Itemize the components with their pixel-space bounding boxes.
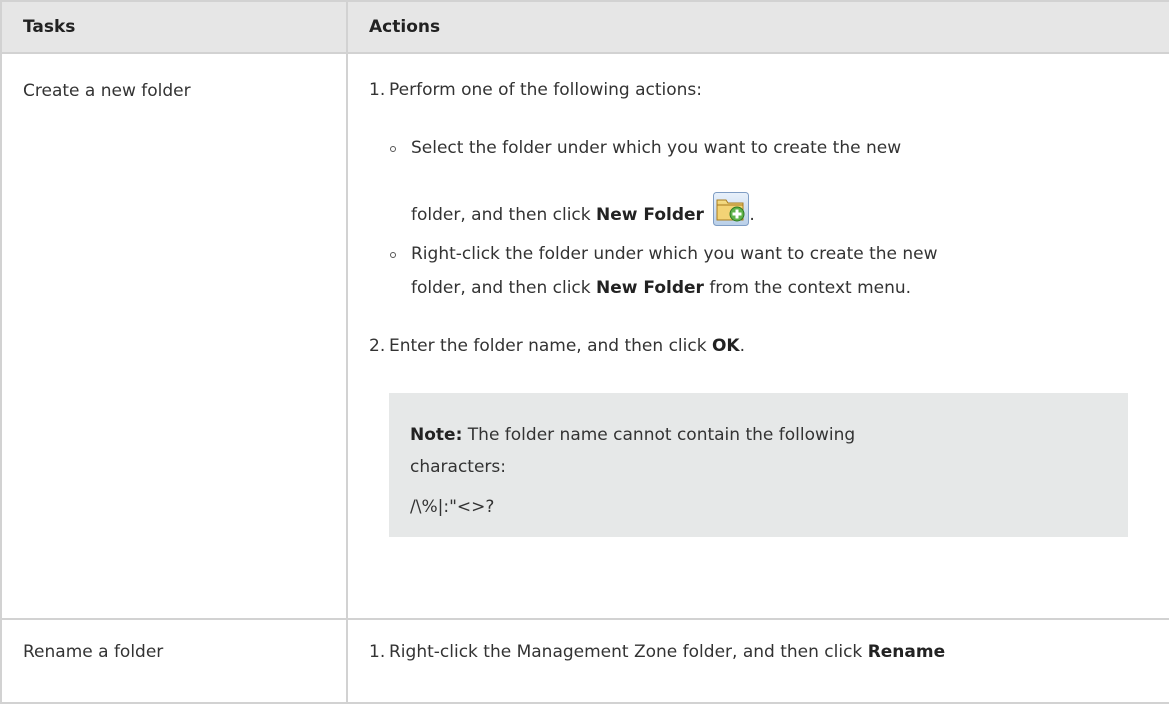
bullet-suffix: from the context menu. (703, 278, 912, 298)
rename-label: Rename (867, 642, 946, 662)
bullet-line: Select the folder under which you want t… (411, 138, 902, 158)
step-text: Right-click the Management Zone folder, … (389, 642, 868, 662)
table-row: Rename a folder 1. Right-click the Manag… (0, 618, 1169, 704)
task-cell: Rename a folder (0, 618, 348, 704)
note-label: Note: (410, 425, 463, 445)
bullet-suffix: . (749, 205, 755, 225)
bullet-marker (390, 252, 396, 258)
step-number: 2. (369, 336, 386, 356)
bullet-line-2: folder, and then click New Folder from t… (411, 278, 1131, 298)
ok-label: OK (711, 336, 740, 356)
help-page: Tasks Actions Create a new folder 1. Per… (0, 0, 1169, 721)
tasks-table: Tasks Actions Create a new folder 1. Per… (0, 0, 1169, 704)
bullet-text: folder, and then click (411, 205, 597, 225)
step-text: Enter the folder name, and then click (389, 336, 712, 356)
task-name: Create a new folder (23, 81, 191, 101)
note-box: Note: The folder name cannot contain the… (389, 393, 1128, 537)
header-tasks: Tasks (0, 0, 348, 54)
action-cell: 1. Perform one of the following actions:… (346, 52, 1169, 620)
bullet-item: Select the folder under which you want t… (368, 138, 1169, 158)
new-folder-label: New Folder (596, 205, 704, 225)
step-text: Perform one of the following actions: (389, 80, 703, 100)
task-cell: Create a new folder (0, 52, 348, 620)
table-row: Create a new folder 1. Perform one of th… (0, 52, 1169, 620)
new-folder-icon (713, 192, 750, 226)
step-number: 1. (369, 80, 386, 100)
bullet-item: Right-click the folder under which you w… (368, 244, 1169, 264)
step-1: 1. Right-click the Management Zone folde… (348, 642, 1169, 662)
step-number: 1. (369, 642, 386, 662)
table-header-row: Tasks Actions (0, 0, 1169, 54)
note-text: The folder name cannot contain the follo… (462, 425, 856, 445)
bullet-text: folder, and then click (411, 278, 597, 298)
step-2: 2. Enter the folder name, and then click… (348, 336, 1169, 356)
step-1: 1. Perform one of the following actions: (348, 80, 1169, 100)
note-line-1: Note: The folder name cannot contain the… (410, 425, 1110, 445)
bullet-line: Right-click the folder under which you w… (411, 244, 938, 264)
forbidden-characters: /\%|:"<>? (410, 497, 495, 517)
bullet-marker (390, 146, 396, 152)
header-actions: Actions (346, 0, 1169, 54)
bullet-line-2: folder, and then click New Folder . (411, 192, 1131, 226)
step-suffix: . (739, 336, 745, 356)
new-folder-label: New Folder (596, 278, 704, 298)
task-name: Rename a folder (23, 642, 164, 662)
note-line-2: characters: (410, 457, 506, 477)
action-cell: 1. Right-click the Management Zone folde… (346, 618, 1169, 704)
